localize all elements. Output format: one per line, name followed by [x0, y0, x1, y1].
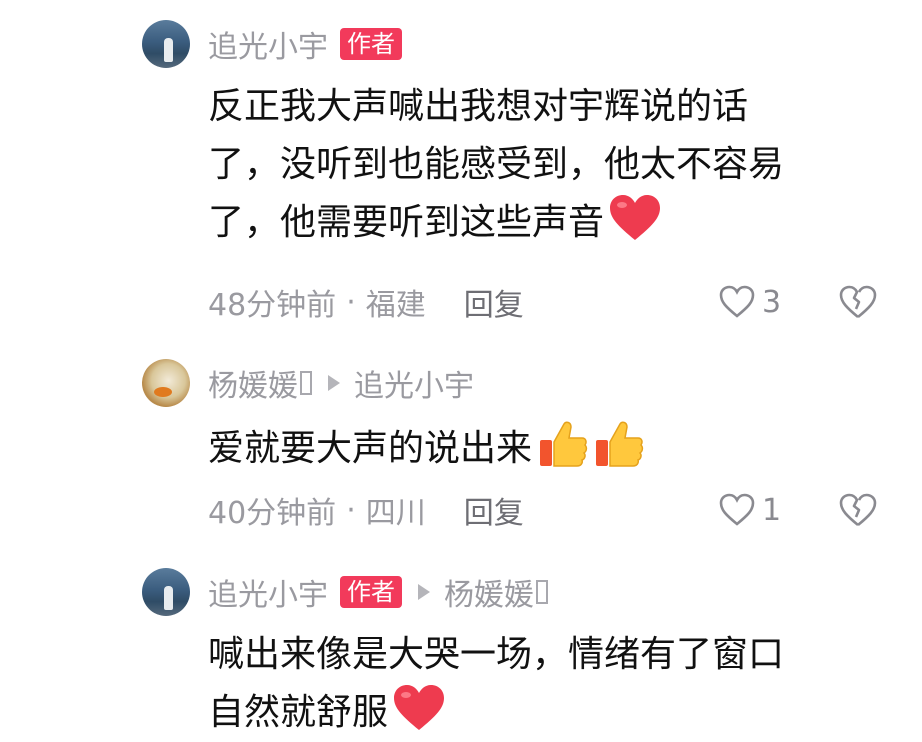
user-avatar[interactable]: [142, 359, 190, 407]
comment-text: 爱就要大声的说出来: [208, 418, 868, 478]
like-button[interactable]: 1: [718, 490, 781, 530]
red-heart-emoji-icon: [394, 685, 445, 730]
reply-button[interactable]: 回复: [464, 280, 524, 324]
reply-button[interactable]: 回复: [464, 488, 524, 532]
author-name[interactable]: 追光小宇: [208, 22, 328, 66]
heart-outline-icon: [719, 285, 755, 318]
dot-separator: ·: [346, 284, 356, 320]
heart-outline-icon: [719, 493, 755, 526]
like-button[interactable]: 3: [718, 282, 781, 322]
comment-header: 追光小宇 作者 杨媛媛: [208, 570, 548, 614]
comment-location: 四川: [365, 496, 426, 531]
reply-to-name[interactable]: 追光小宇: [354, 361, 474, 405]
dot-separator: ·: [346, 492, 356, 528]
like-count: 1: [762, 492, 782, 528]
comment-line: 了，没听到也能感受到，他太不容易: [208, 144, 785, 185]
missing-glyph-icon: [536, 580, 548, 604]
user-avatar[interactable]: [142, 568, 190, 616]
reply-arrow-icon: [418, 584, 430, 600]
comment-meta: 48分钟前 · 福建 回复: [208, 280, 524, 324]
author-name[interactable]: 杨媛媛: [208, 361, 298, 405]
comment-line: 喊出来像是大哭一场，情绪有了窗口: [208, 634, 785, 675]
reply-to-name[interactable]: 杨媛媛: [444, 570, 534, 614]
comment-line: 了，他需要听到这些声音: [208, 194, 868, 252]
comment-time: 48分钟前: [208, 288, 337, 323]
comment-line: 反正我大声喊出我想对宇辉说的话: [208, 86, 749, 127]
comment-text: 喊出来像是大哭一场，情绪有了窗口 自然就舒服: [208, 626, 868, 742]
comment-meta: 40分钟前 · 四川 回复: [208, 488, 524, 532]
comment-location: 福建: [365, 288, 426, 323]
author-badge: 作者: [340, 28, 402, 60]
thumbs-up-emoji-icon: [540, 421, 588, 467]
reply-arrow-icon: [328, 375, 340, 391]
red-heart-emoji-icon: [610, 195, 661, 240]
comment-header: 追光小宇 作者: [208, 22, 402, 66]
comment-header: 杨媛媛 追光小宇: [208, 361, 474, 405]
missing-glyph-icon: [300, 371, 312, 395]
comment-line: 自然就舒服: [208, 684, 868, 742]
broken-heart-icon[interactable]: [838, 492, 878, 528]
thumbs-up-emoji-icon: [596, 421, 644, 467]
author-name[interactable]: 追光小宇: [208, 570, 328, 614]
comment-text: 反正我大声喊出我想对宇辉说的话 了，没听到也能感受到，他太不容易 了，他需要听到…: [208, 78, 868, 252]
user-avatar[interactable]: [142, 20, 190, 68]
broken-heart-icon[interactable]: [838, 284, 878, 320]
comment-time: 40分钟前: [208, 496, 337, 531]
comment-line: 爱就要大声的说出来: [208, 418, 868, 478]
like-count: 3: [762, 284, 782, 320]
author-badge: 作者: [340, 576, 402, 608]
